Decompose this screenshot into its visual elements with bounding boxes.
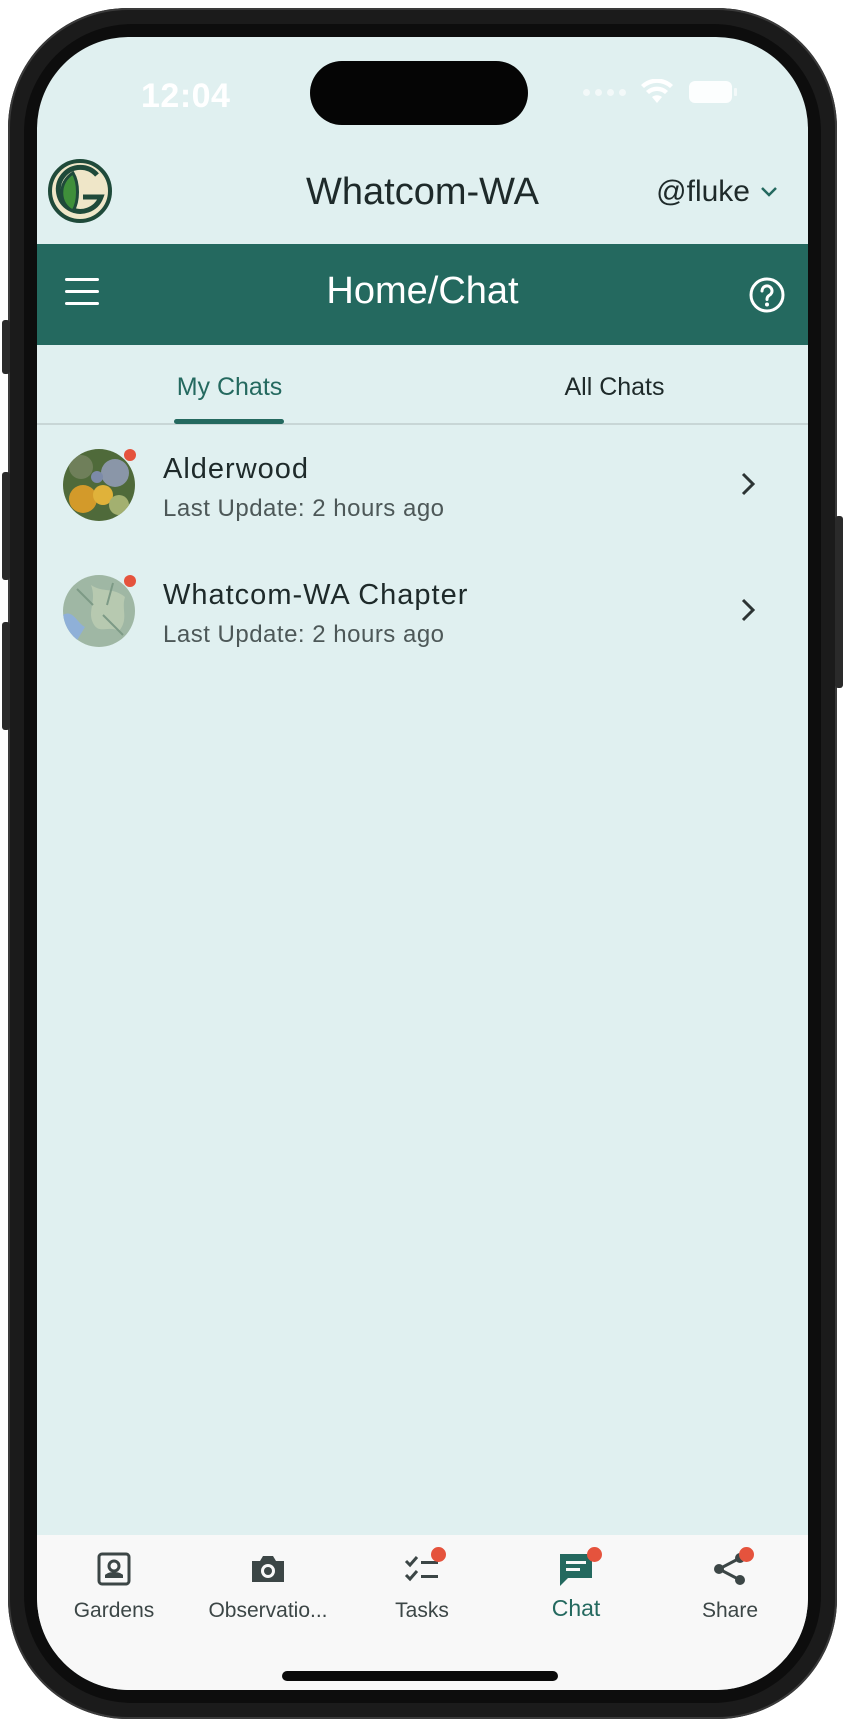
chevron-right-icon [741,598,756,622]
volume-up-button [2,472,10,580]
nav-label: Tasks [395,1599,449,1622]
garden-icon [97,1552,131,1586]
tab-all-chats[interactable]: All Chats [422,345,807,425]
avatar [63,449,135,521]
action-button [2,320,10,374]
chevron-right-icon [741,472,756,496]
chat-item-alderwood[interactable]: Alderwood Last Update: 2 hours ago [37,425,808,551]
chat-last-update: Last Update: 2 hours ago [163,621,445,648]
unread-indicator [124,449,136,461]
user-menu[interactable]: @fluke [656,175,778,209]
dynamic-island [310,61,528,125]
app-header: Whatcom-WA @fluke [37,157,808,252]
chat-tabs: My Chats All Chats [37,345,808,425]
nav-share[interactable]: Share [653,1535,807,1645]
tab-my-chats[interactable]: My Chats [37,345,422,425]
chat-item-whatcom-chapter[interactable]: Whatcom-WA Chapter Last Update: 2 hours … [37,551,808,677]
chat-last-update: Last Update: 2 hours ago [163,495,445,522]
status-icons [583,79,738,105]
nav-label: Observatio... [208,1599,328,1622]
battery-icon [689,81,737,103]
cellular-signal-icon [583,88,626,96]
tasks-badge [431,1547,446,1562]
nav-label: Chat [551,1595,601,1621]
chat-title: Whatcom-WA Chapter [163,579,469,611]
top-toolbar: Home/Chat [37,244,808,345]
volume-down-button [2,622,10,730]
nav-chat[interactable]: Chat [499,1535,653,1645]
bottom-navigation: Gardens Observatio... Tasks Chat Share [37,1535,808,1690]
chat-badge [587,1547,602,1562]
app-screen: 12:04 Whatcom-WA @fluke Home/Chat My Cha… [37,37,808,1690]
username-label: @fluke [656,175,750,208]
chevron-down-icon [761,187,777,197]
status-time: 12:04 [141,77,231,115]
wifi-icon [641,79,673,103]
chat-list: Alderwood Last Update: 2 hours ago Whatc… [37,425,808,677]
avatar [63,575,135,647]
share-badge [739,1547,754,1562]
unread-indicator [124,575,136,587]
nav-observations[interactable]: Observatio... [191,1535,345,1645]
nav-label: Gardens [73,1599,155,1622]
power-button [835,516,843,688]
chat-title: Alderwood [163,453,310,485]
active-tab-indicator [174,419,284,424]
page-title: Home/Chat [326,270,519,312]
camera-icon [252,1556,284,1582]
home-indicator [282,1671,558,1681]
nav-tasks[interactable]: Tasks [345,1535,499,1645]
nav-label: Share [701,1599,759,1622]
help-icon[interactable] [748,276,786,314]
nav-gardens[interactable]: Gardens [37,1535,191,1645]
